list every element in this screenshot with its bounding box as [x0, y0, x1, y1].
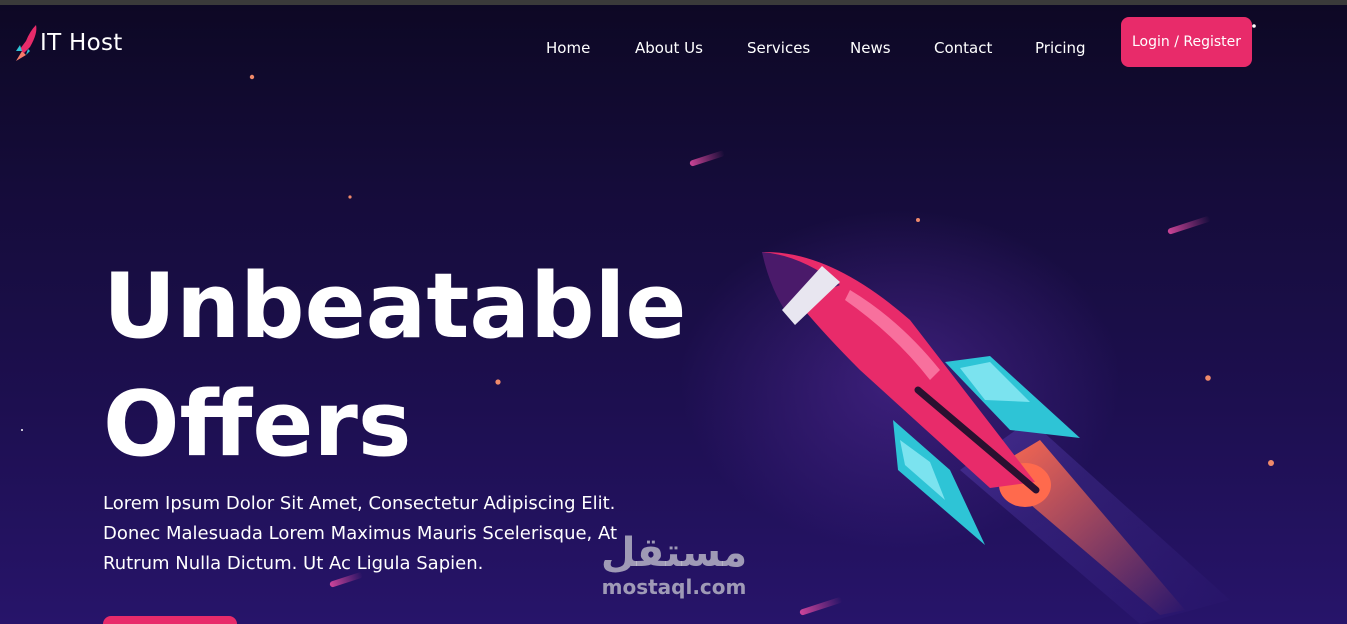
hero-title-line-2: Offers: [103, 372, 412, 477]
hero-title: Unbeatable Offers: [103, 248, 687, 484]
nav-about-us[interactable]: About Us: [635, 39, 703, 57]
brand-name: IT Host: [40, 30, 123, 56]
nav-contact[interactable]: Contact: [934, 39, 992, 57]
rocket-illustration: [680, 210, 1230, 624]
nav-home[interactable]: Home: [546, 39, 590, 57]
rocket-icon: [12, 23, 40, 63]
hero-cta-button[interactable]: [103, 616, 237, 624]
login-register-button[interactable]: Login / Register: [1121, 17, 1252, 67]
hero-title-line-1: Unbeatable: [103, 254, 687, 359]
navbar: IT Host Home About Us Services News Cont…: [0, 5, 1347, 85]
nav-services[interactable]: Services: [747, 39, 810, 57]
nav-pricing[interactable]: Pricing: [1035, 39, 1086, 57]
brand-logo[interactable]: IT Host: [12, 23, 123, 63]
watermark-latin: mostaql.com: [601, 575, 747, 599]
hero-description: Lorem Ipsum Dolor Sit Amet, Consectetur …: [103, 493, 618, 574]
nav-news[interactable]: News: [850, 39, 891, 57]
